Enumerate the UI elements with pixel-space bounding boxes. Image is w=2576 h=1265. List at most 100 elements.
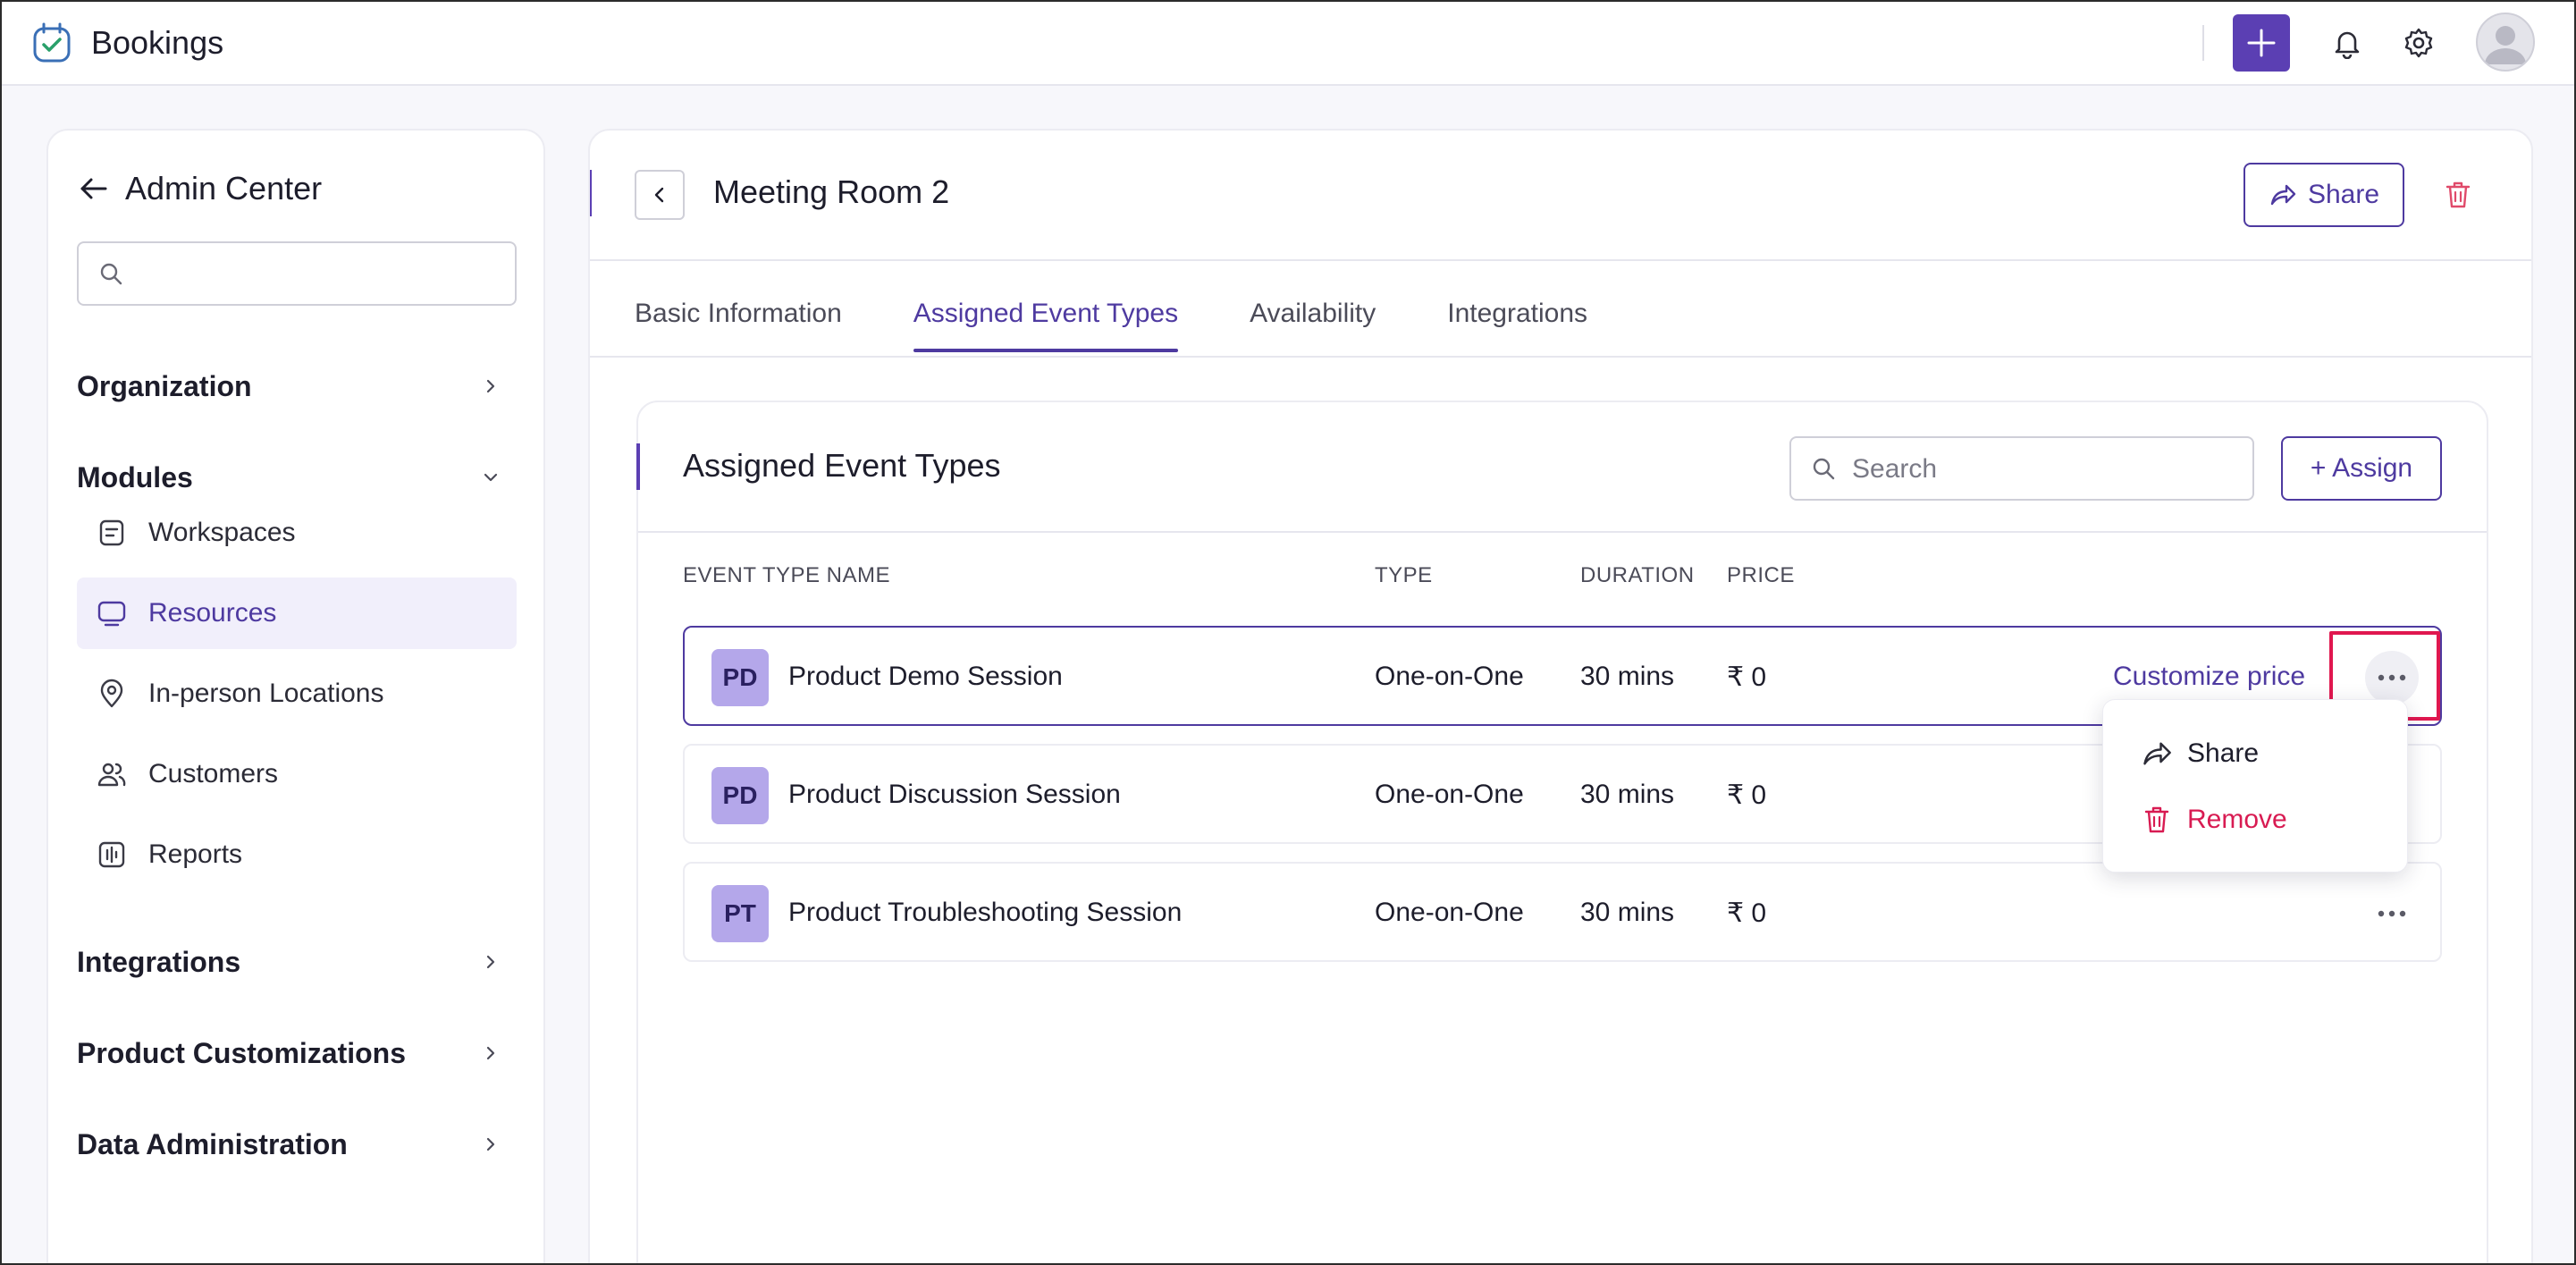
delete-resource-button[interactable] bbox=[2440, 177, 2476, 213]
resource-detail-panel: Meeting Room 2 Share Basic Information A… bbox=[588, 129, 2533, 1263]
header-divider bbox=[590, 259, 2531, 261]
chevron-right-icon bbox=[477, 949, 504, 975]
search-icon bbox=[1811, 456, 1838, 483]
search-icon bbox=[98, 261, 125, 288]
admin-sidebar: Admin Center Organization Modules Worksp… bbox=[46, 129, 545, 1263]
tab-assigned-event-types[interactable]: Assigned Event Types bbox=[913, 299, 1179, 352]
sidebar-section-label: Data Administration bbox=[77, 1127, 348, 1160]
tab-availability[interactable]: Availability bbox=[1250, 299, 1376, 352]
chevron-right-icon bbox=[477, 1040, 504, 1067]
event-type: One-on-One bbox=[1375, 780, 1524, 809]
sidebar-item-in-person-locations[interactable]: In-person Locations bbox=[77, 658, 517, 729]
sidebar-section-label: Product Customizations bbox=[77, 1036, 407, 1069]
chevron-down-icon bbox=[477, 464, 504, 491]
table-row[interactable]: PT Product Troubleshooting Session One-o… bbox=[683, 862, 2442, 962]
event-search-box[interactable] bbox=[1789, 436, 2254, 501]
customize-price-link[interactable]: Customize price bbox=[2113, 662, 2305, 692]
card-accent-bar bbox=[636, 443, 640, 490]
card-title: Assigned Event Types bbox=[683, 447, 1001, 484]
row-more-options-button[interactable] bbox=[2365, 887, 2419, 940]
sidebar-section-organization[interactable]: Organization bbox=[77, 359, 517, 413]
sidebar-item-resources[interactable]: Resources bbox=[77, 578, 517, 649]
app-window: Bookings Admin Center Organization Modul… bbox=[0, 0, 2576, 1265]
share-arrow-icon bbox=[2270, 184, 2296, 206]
column-header-price: PRICE bbox=[1727, 563, 1795, 587]
sidebar-section-modules[interactable]: Modules bbox=[77, 451, 517, 504]
sidebar-item-customers[interactable]: Customers bbox=[77, 738, 517, 810]
chevron-right-icon bbox=[477, 373, 504, 400]
event-type: One-on-One bbox=[1375, 898, 1524, 927]
back-button[interactable] bbox=[635, 170, 685, 220]
column-header-event-type-name: EVENT TYPE NAME bbox=[683, 563, 891, 587]
event-duration: 30 mins bbox=[1580, 780, 1675, 809]
bookings-logo-icon bbox=[29, 20, 75, 66]
trash-icon bbox=[2139, 802, 2175, 838]
column-header-type: TYPE bbox=[1375, 563, 1433, 587]
event-initials-badge: PT bbox=[711, 885, 769, 942]
reports-icon bbox=[95, 838, 129, 872]
page-title: Meeting Room 2 bbox=[713, 173, 950, 210]
event-search-input[interactable] bbox=[1852, 447, 2236, 492]
tab-basic-information[interactable]: Basic Information bbox=[635, 299, 842, 352]
sidebar-section-label: Integrations bbox=[77, 945, 241, 978]
monitor-icon bbox=[95, 596, 129, 630]
admin-center-header[interactable]: Admin Center bbox=[75, 166, 322, 211]
assign-button[interactable]: + Assign bbox=[2281, 436, 2442, 501]
column-header-duration: DURATION bbox=[1580, 563, 1695, 587]
event-duration: 30 mins bbox=[1580, 662, 1675, 691]
sidebar-section-product-customizations[interactable]: Product Customizations bbox=[77, 1026, 517, 1080]
share-button-label: Share bbox=[2307, 180, 2380, 209]
tabs-divider bbox=[590, 356, 2531, 358]
share-arrow-icon bbox=[2139, 736, 2175, 772]
create-new-button[interactable] bbox=[2233, 14, 2290, 72]
sidebar-item-label: Workspaces bbox=[148, 518, 296, 547]
admin-center-title: Admin Center bbox=[125, 170, 323, 207]
more-horizontal-icon bbox=[2378, 910, 2406, 917]
sidebar-item-label: Resources bbox=[148, 598, 277, 628]
trash-icon bbox=[2446, 181, 2471, 208]
event-type: One-on-One bbox=[1375, 662, 1524, 691]
event-price: ₹ 0 bbox=[1727, 780, 1767, 810]
event-duration: 30 mins bbox=[1580, 898, 1675, 927]
sidebar-section-label: Modules bbox=[77, 460, 193, 493]
user-avatar[interactable] bbox=[2476, 13, 2535, 72]
settings-gear-icon[interactable] bbox=[2399, 23, 2438, 63]
notifications-bell-icon[interactable] bbox=[2328, 23, 2367, 63]
sidebar-item-label: In-person Locations bbox=[148, 679, 384, 708]
user-silhouette-icon bbox=[2485, 26, 2526, 64]
sidebar-section-label: Organization bbox=[77, 369, 252, 402]
users-icon bbox=[95, 757, 129, 791]
chevron-right-icon bbox=[477, 1131, 504, 1158]
plus-icon bbox=[2247, 29, 2276, 57]
menu-item-remove[interactable]: Remove bbox=[2139, 798, 2287, 841]
workspace-icon bbox=[95, 516, 129, 550]
event-initials-badge: PD bbox=[711, 649, 769, 706]
event-price: ₹ 0 bbox=[1727, 662, 1767, 692]
top-bar: Bookings bbox=[2, 2, 2574, 86]
app-title: Bookings bbox=[91, 24, 224, 61]
menu-item-label: Remove bbox=[2187, 805, 2287, 834]
sidebar-item-label: Reports bbox=[148, 839, 243, 869]
panel-accent-bar bbox=[590, 170, 592, 216]
chevron-left-icon bbox=[654, 187, 664, 203]
row-options-menu: Share Remove bbox=[2102, 699, 2408, 873]
menu-item-label: Share bbox=[2187, 738, 2260, 768]
share-button[interactable]: Share bbox=[2243, 163, 2404, 227]
event-name: Product Discussion Session bbox=[788, 780, 1121, 809]
sidebar-section-data-administration[interactable]: Data Administration bbox=[77, 1117, 517, 1171]
sidebar-item-reports[interactable]: Reports bbox=[77, 819, 517, 890]
sidebar-search-input[interactable] bbox=[136, 252, 502, 297]
event-name: Product Demo Session bbox=[788, 662, 1063, 691]
sidebar-item-label: Customers bbox=[148, 759, 279, 789]
event-initials-badge: PD bbox=[711, 767, 769, 824]
brand[interactable]: Bookings bbox=[29, 20, 223, 66]
sidebar-item-workspaces[interactable]: Workspaces bbox=[77, 497, 517, 569]
sidebar-section-integrations[interactable]: Integrations bbox=[77, 935, 517, 989]
event-name: Product Troubleshooting Session bbox=[788, 898, 1183, 927]
sidebar-search-box[interactable] bbox=[77, 241, 517, 306]
menu-item-share[interactable]: Share bbox=[2139, 732, 2259, 775]
location-pin-icon bbox=[95, 677, 129, 711]
back-arrow-icon[interactable] bbox=[75, 171, 111, 207]
tab-integrations[interactable]: Integrations bbox=[1447, 299, 1587, 352]
topbar-divider bbox=[2202, 25, 2204, 61]
